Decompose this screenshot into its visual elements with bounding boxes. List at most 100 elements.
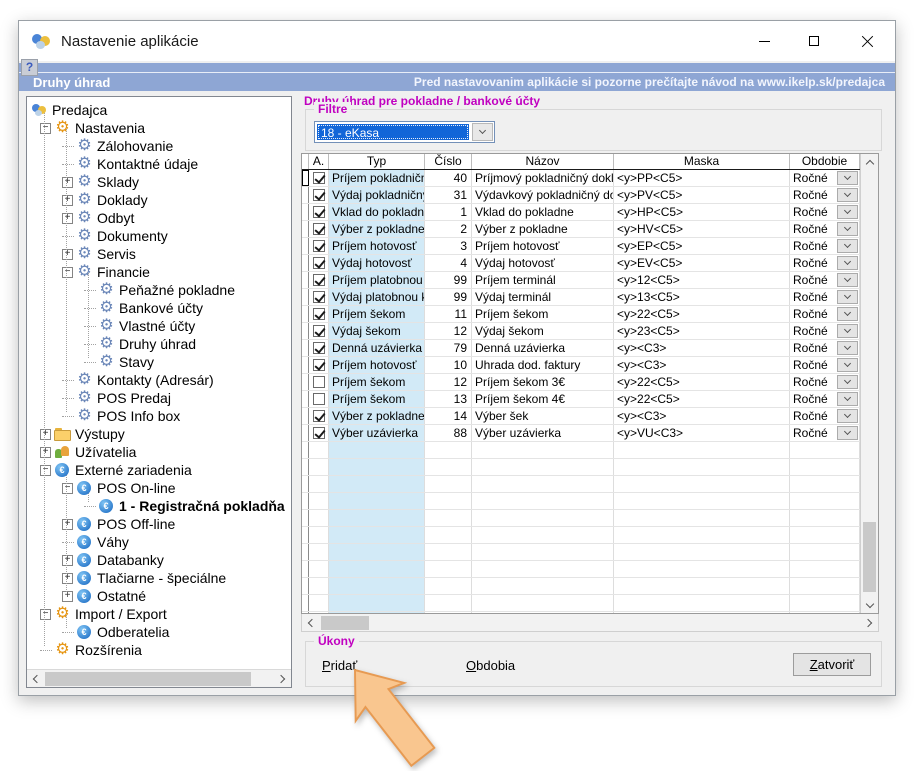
obdobie-dropdown-button[interactable] <box>837 375 858 389</box>
cislo-cell[interactable]: 12 <box>425 323 472 339</box>
obdobie-cell[interactable]: Ročné <box>790 425 860 441</box>
table-row[interactable]: Výber z pokladne14Výber šek<y><C3>Ročné <box>302 408 860 425</box>
table-row-empty[interactable] <box>302 578 860 595</box>
table-row[interactable]: Príjem platobnou karto99Príjem terminál<… <box>302 272 860 289</box>
obdobie-cell[interactable]: Ročné <box>790 204 860 220</box>
close-button[interactable] <box>839 21 895 61</box>
minimize-button[interactable] <box>739 21 789 61</box>
checkbox-unchecked[interactable] <box>313 393 325 405</box>
checkbox-checked[interactable] <box>313 274 325 286</box>
typ-cell[interactable]: Príjem šekom <box>329 374 425 390</box>
obdobie-cell[interactable]: Ročné <box>790 391 860 407</box>
typ-cell[interactable]: Výdaj platobnou karto <box>329 289 425 305</box>
table-row-empty[interactable] <box>302 527 860 544</box>
typ-cell[interactable]: Výber z pokladne <box>329 221 425 237</box>
maska-cell[interactable]: <y>22<C5> <box>614 306 790 322</box>
table-row-empty[interactable] <box>302 510 860 527</box>
checkbox-checked[interactable] <box>313 427 325 439</box>
nazov-cell[interactable]: Výber uzávierka <box>472 425 614 441</box>
checkbox-checked[interactable] <box>313 410 325 422</box>
obdobie-dropdown-button[interactable] <box>837 205 858 219</box>
checkbox-checked[interactable] <box>313 359 325 371</box>
maska-cell[interactable]: <y><C3> <box>614 357 790 373</box>
cislo-cell[interactable]: 88 <box>425 425 472 441</box>
obdobie-dropdown-button[interactable] <box>837 239 858 253</box>
filter-combobox[interactable]: 18 - eKasa <box>314 121 495 143</box>
collapse-icon[interactable]: − <box>40 609 51 620</box>
maska-cell[interactable]: <y>PV<C5> <box>614 187 790 203</box>
checkbox-unchecked[interactable] <box>313 376 325 388</box>
collapse-icon[interactable]: − <box>40 465 51 476</box>
help-button[interactable]: ? <box>21 59 38 76</box>
nazov-cell[interactable]: Uhrada dod. faktury <box>472 357 614 373</box>
cislo-cell[interactable]: 40 <box>425 170 472 186</box>
typ-cell[interactable]: Príjem pokladničným c <box>329 170 425 186</box>
column-header[interactable]: Číslo <box>425 154 472 169</box>
obdobie-cell[interactable]: Ročné <box>790 221 860 237</box>
maska-cell[interactable]: <y>22<C5> <box>614 391 790 407</box>
table-row[interactable]: Vklad do pokladne1Vklad do pokladne<y>HP… <box>302 204 860 221</box>
maska-cell[interactable]: <y>EP<C5> <box>614 238 790 254</box>
obdobie-cell[interactable]: Ročné <box>790 340 860 356</box>
obdobie-dropdown-button[interactable] <box>837 409 858 423</box>
expand-icon[interactable]: + <box>62 213 73 224</box>
checkbox-checked[interactable] <box>313 291 325 303</box>
close-dialog-button[interactable]: Zatvoriť <box>793 653 871 676</box>
tree-item[interactable]: −Externé zariadenia <box>27 461 291 479</box>
expand-icon[interactable]: + <box>40 429 51 440</box>
maska-cell[interactable]: <y>HV<C5> <box>614 221 790 237</box>
nazov-cell[interactable]: Výdavkový pokladničný doklad <box>472 187 614 203</box>
table-row[interactable]: Výdaj pokladničným c31Výdavkový pokladni… <box>302 187 860 204</box>
expand-icon[interactable]: + <box>62 555 73 566</box>
typ-cell[interactable]: Výdaj šekom <box>329 323 425 339</box>
checkbox-checked[interactable] <box>313 172 325 184</box>
cislo-cell[interactable]: 10 <box>425 357 472 373</box>
obdobie-dropdown-button[interactable] <box>837 273 858 287</box>
column-header[interactable]: Obdobie <box>790 154 860 169</box>
obdobie-cell[interactable]: Ročné <box>790 238 860 254</box>
table-row[interactable]: Príjem pokladničným c40Príjmový pokladni… <box>302 170 860 187</box>
nazov-cell[interactable]: Príjem šekom 4€ <box>472 391 614 407</box>
checkbox-checked[interactable] <box>313 240 325 252</box>
tree-item[interactable]: Rozšírenia <box>27 641 291 659</box>
table-horizontal-scrollbar[interactable] <box>301 614 879 632</box>
nazov-cell[interactable]: Príjmový pokladničný doklad <box>472 170 614 186</box>
cislo-cell[interactable]: 4 <box>425 255 472 271</box>
obdobie-cell[interactable]: Ročné <box>790 408 860 424</box>
scrollbar-thumb[interactable] <box>321 616 369 630</box>
maska-cell[interactable]: <y>13<C5> <box>614 289 790 305</box>
typ-cell[interactable]: Príjem hotovosť <box>329 357 425 373</box>
checkbox-checked[interactable] <box>313 257 325 269</box>
obdobie-cell[interactable]: Ročné <box>790 357 860 373</box>
tree-item[interactable]: +Výstupy <box>27 425 291 443</box>
tree-horizontal-scrollbar[interactable] <box>27 669 291 687</box>
cislo-cell[interactable]: 2 <box>425 221 472 237</box>
checkbox-checked[interactable] <box>313 189 325 201</box>
table-row-empty[interactable] <box>302 493 860 510</box>
maska-cell[interactable]: <y>PP<C5> <box>614 170 790 186</box>
obdobie-dropdown-button[interactable] <box>837 358 858 372</box>
typ-cell[interactable]: Výber uzávierka <box>329 425 425 441</box>
table-row[interactable]: Príjem hotovosť10Uhrada dod. faktury<y><… <box>302 357 860 374</box>
scroll-right-button[interactable] <box>861 614 878 632</box>
tree-item[interactable]: +Užívatelia <box>27 443 291 461</box>
column-header[interactable]: Maska <box>614 154 790 169</box>
cislo-cell[interactable]: 12 <box>425 374 472 390</box>
nazov-cell[interactable]: Denná uzávierka <box>472 340 614 356</box>
checkbox-checked[interactable] <box>313 342 325 354</box>
checkbox-checked[interactable] <box>313 206 325 218</box>
table-row-empty[interactable] <box>302 544 860 561</box>
typ-cell[interactable]: Denná uzávierka <box>329 340 425 356</box>
column-header[interactable]: Názov <box>472 154 614 169</box>
typ-cell[interactable]: Výdaj hotovosť <box>329 255 425 271</box>
cislo-cell[interactable]: 79 <box>425 340 472 356</box>
maska-cell[interactable]: <y>12<C5> <box>614 272 790 288</box>
obdobie-dropdown-button[interactable] <box>837 222 858 236</box>
table-row[interactable]: Príjem šekom12Príjem šekom 3€<y>22<C5>Ro… <box>302 374 860 391</box>
scroll-down-button[interactable] <box>861 597 878 613</box>
typ-cell[interactable]: Výber z pokladne <box>329 408 425 424</box>
obdobie-dropdown-button[interactable] <box>837 188 858 202</box>
checkbox-checked[interactable] <box>313 223 325 235</box>
obdobie-cell[interactable]: Ročné <box>790 306 860 322</box>
scrollbar-track[interactable] <box>861 170 878 597</box>
